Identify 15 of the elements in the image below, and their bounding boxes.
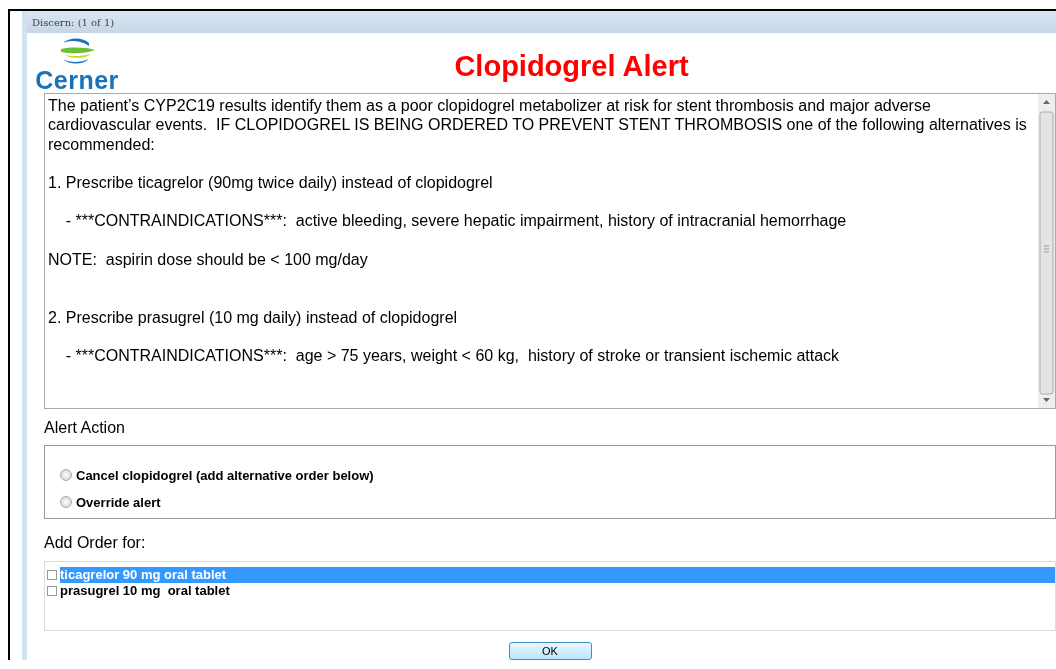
alert-title: Clopidogrel Alert: [453, 49, 690, 83]
section-label: Alert Action: [44, 419, 126, 439]
order-item[interactable]: prasugrel 10 mg oral tablet: [60, 583, 1055, 600]
option-label[interactable]: Cancel clopidogrel (add alternative order below): [76, 467, 374, 483]
ok-button[interactable]: OK: [508, 642, 592, 660]
window-title: Discern: (1 of 1): [27, 11, 1056, 34]
radio-button[interactable]: [60, 469, 72, 482]
checkbox[interactable]: [47, 586, 57, 597]
section-label: Add Order for:: [44, 533, 147, 553]
scrollbar-drawing[interactable]: [1038, 94, 1055, 409]
option-label[interactable]: Override alert: [76, 494, 161, 510]
radio-button[interactable]: [60, 496, 72, 509]
logo-text: Cerner: [35, 67, 119, 94]
checkbox[interactable]: [47, 570, 57, 581]
alert-message: The patient’s CYP2C19 results identify them as a poor clopidogrel metabolizer at risk for stent thrombosis and major adverse cardiovascular events. IF CLOPIDOGREL IS BEING ORDERED TO PREVENT STENT THROMBOSIS one of the following alternatives is recommended: 1. Prescribe ticagrelor (90mg twice daily) instead of clopidogrel - ***CONTRAINDICATIONS***: active bleeding, severe hepatic impairment, history of intracranial hemorrhage NOTE: aspirin dose should be < 100 mg/day 2. Prescribe prasugrel (10 mg daily) instead of clopidogrel - ***CONTRAINDICATIONS***: age > 75 years, weight < 60 kg, history of stroke or transient ischemic attack: [47, 96, 1028, 366]
